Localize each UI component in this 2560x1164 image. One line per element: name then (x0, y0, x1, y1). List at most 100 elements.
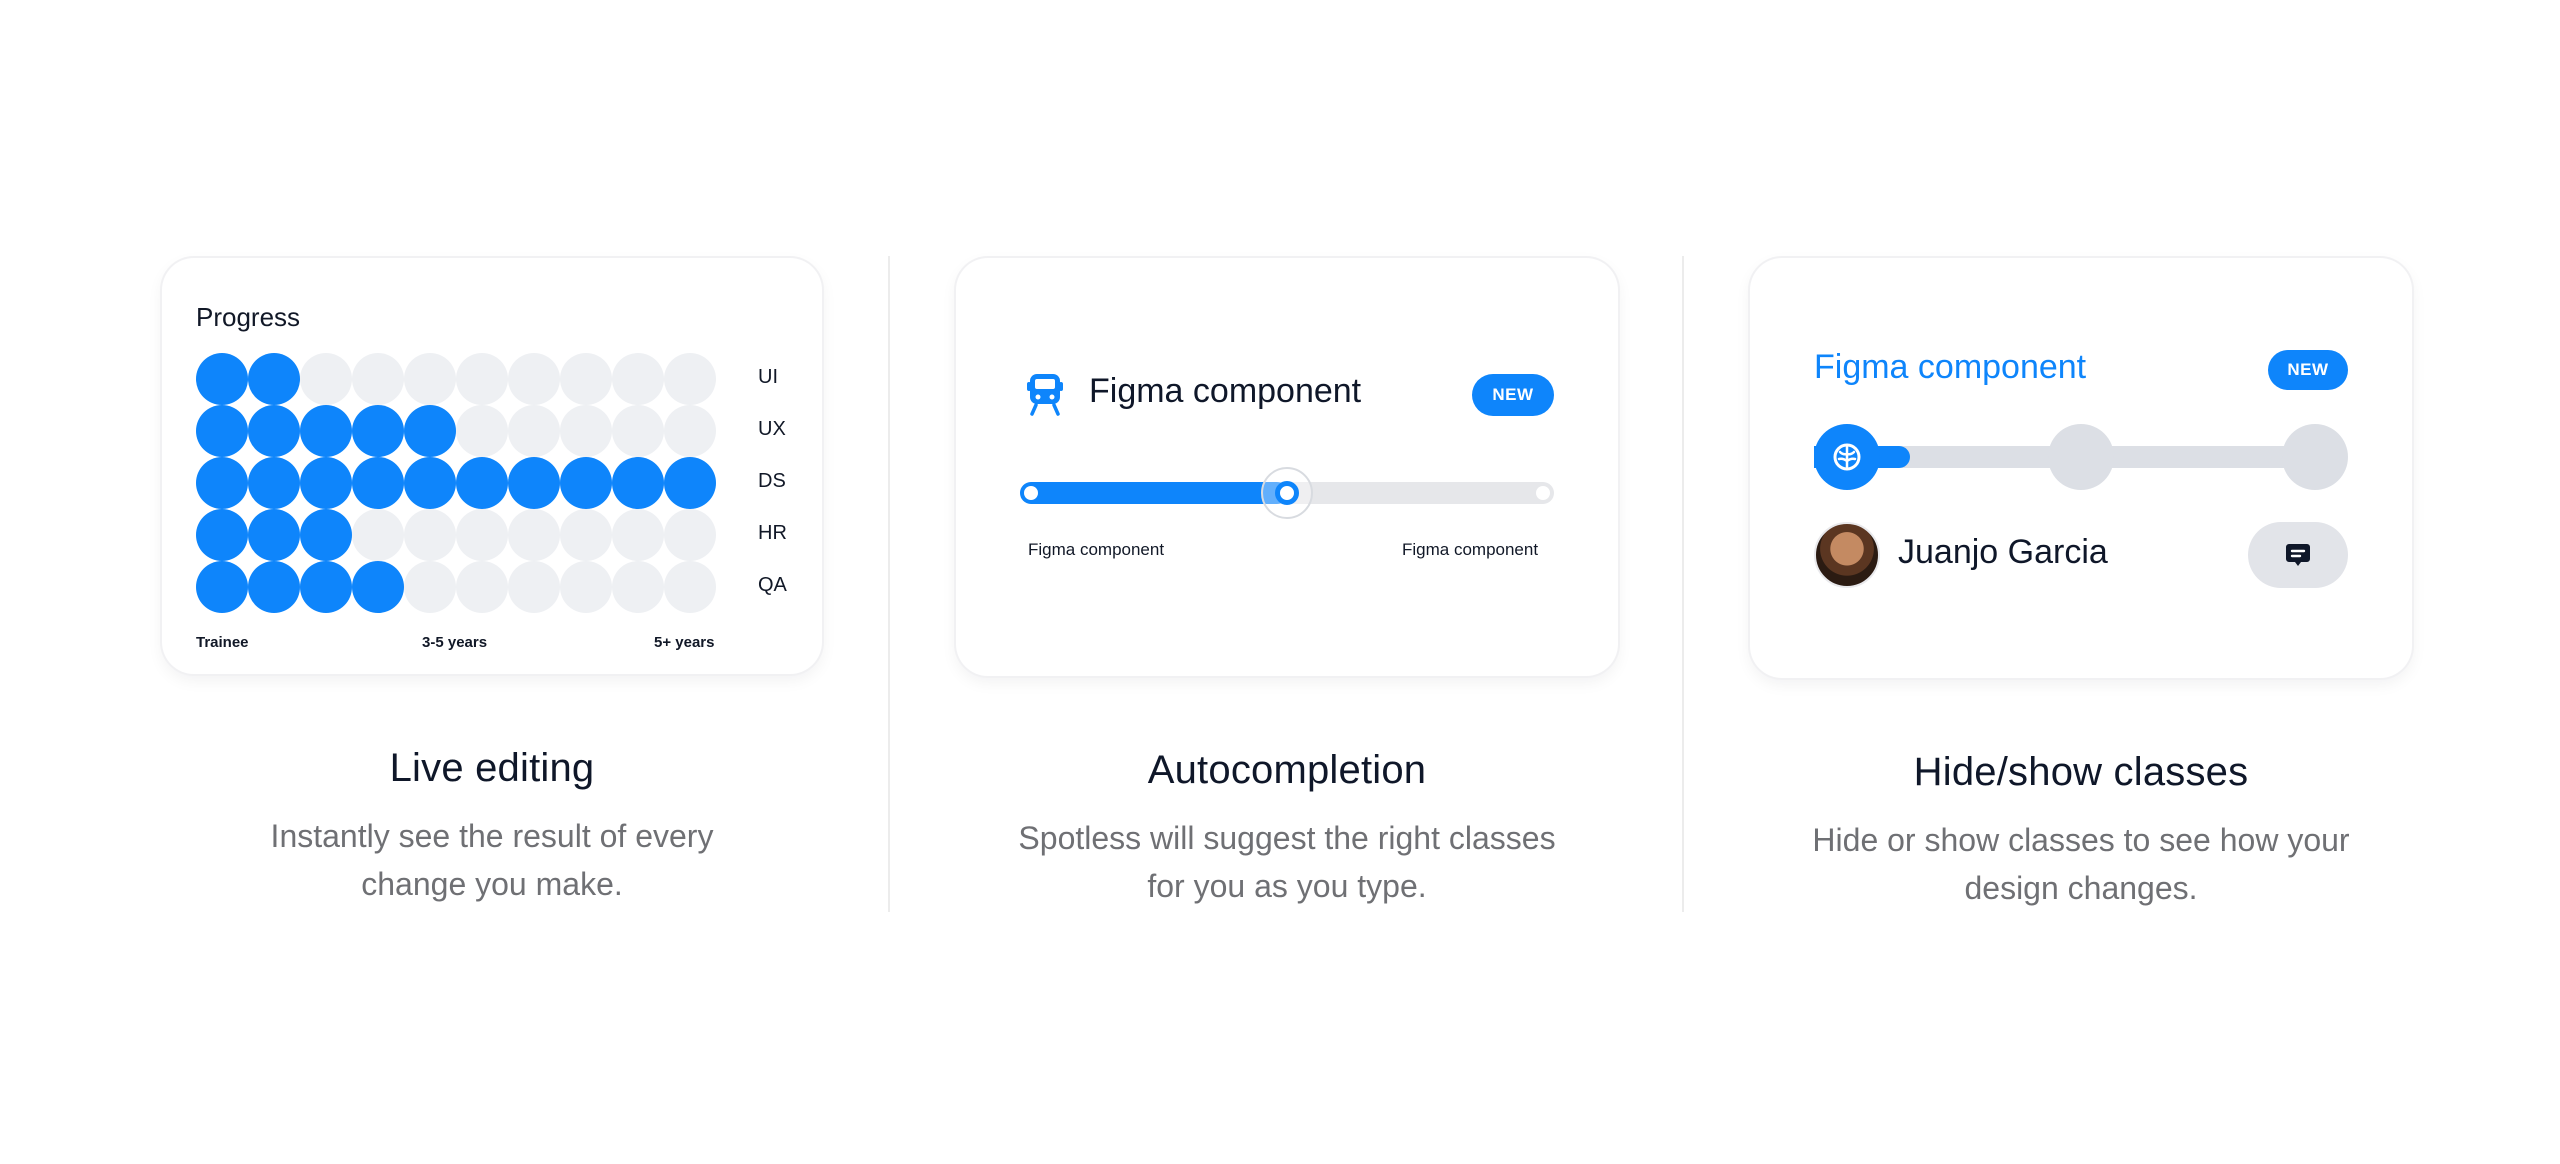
progress-dot-empty (612, 561, 664, 613)
feature-desc-live-editing: Instantly see the result of every change… (172, 812, 812, 908)
feature-desc-line: Spotless will suggest the right classes (1018, 820, 1556, 856)
feature-title-hide-show-classes: Hide/show classes (1913, 750, 2249, 794)
slider-right-caption: Figma component (1402, 540, 1539, 559)
axis-label-end: 5+ years (654, 634, 715, 651)
progress-dot-empty (456, 353, 508, 405)
dot-row-hr (196, 509, 716, 561)
slider-min-knob (1024, 486, 1038, 500)
slider-max-knob (1536, 486, 1550, 500)
progress-dot-filled (352, 405, 404, 457)
progress-dot-empty (456, 405, 508, 457)
progress-dot-empty (560, 561, 612, 613)
step-node-first[interactable] (1814, 424, 1880, 490)
progress-dot-filled (352, 561, 404, 613)
progress-dot-empty (560, 509, 612, 561)
slider-thumb[interactable] (1275, 481, 1299, 505)
progress-dot-filled (664, 457, 716, 509)
step-node-last[interactable] (2282, 424, 2348, 490)
axis-label-start: Trainee (196, 634, 249, 651)
progress-dot-filled (300, 561, 352, 613)
axis-label-middle: 3-5 years (422, 634, 488, 651)
progress-dot-empty (664, 509, 716, 561)
feature-desc-line: Instantly see the result of every (270, 818, 714, 854)
step-node-middle[interactable] (2048, 424, 2114, 490)
slider-card: Figma component NEW Figma component Figm… (956, 258, 1618, 676)
avatar (1814, 522, 1880, 588)
progress-dot-filled (248, 405, 300, 457)
progress-dot-filled (300, 457, 352, 509)
divider-left (888, 256, 890, 912)
component-title: Figma component (1089, 372, 1362, 410)
progress-dot-empty (664, 405, 716, 457)
row-label-ux: UX (758, 418, 786, 440)
feature-desc-line: change you make. (361, 866, 623, 902)
progress-dot-filled (196, 353, 248, 405)
train-icon (1026, 370, 1064, 421)
dot-row-ui (196, 353, 716, 405)
progress-dot-empty (352, 509, 404, 561)
progress-dot-empty (300, 353, 352, 405)
divider-right (1682, 256, 1684, 912)
feature-desc-hide-show-classes: Hide or show classes to see how your des… (1761, 816, 2401, 912)
progress-dot-empty (352, 353, 404, 405)
progress-dot-filled (352, 457, 404, 509)
chat-button[interactable] (2248, 522, 2348, 588)
progress-dot-empty (404, 561, 456, 613)
progress-dot-filled (248, 561, 300, 613)
feature-title-autocompletion: Autocompletion (1147, 748, 1427, 792)
progress-title: Progress (196, 302, 301, 332)
chat-bubble-icon (2286, 544, 2310, 566)
progress-dot-filled (196, 405, 248, 457)
row-label-ui: UI (758, 366, 778, 388)
progress-dot-empty (612, 509, 664, 561)
progress-dot-grid (196, 353, 716, 613)
feature-desc-line: for you as you type. (1147, 868, 1427, 904)
progress-dot-empty (456, 509, 508, 561)
progress-dot-filled (560, 457, 612, 509)
progress-dot-empty (560, 405, 612, 457)
stepper-card: Figma component NEW Juanjo Garcia (1750, 258, 2412, 678)
feature-desc-autocompletion: Spotless will suggest the right classes … (967, 814, 1607, 910)
progress-dot-filled (404, 405, 456, 457)
progress-dot-filled (196, 509, 248, 561)
progress-dot-filled (456, 457, 508, 509)
row-label-ds: DS (758, 470, 786, 492)
progress-dot-empty (664, 353, 716, 405)
progress-dot-filled (196, 561, 248, 613)
progress-dot-filled (248, 353, 300, 405)
new-badge: NEW (1472, 374, 1554, 416)
row-label-qa: QA (758, 574, 787, 596)
progress-dot-empty (508, 561, 560, 613)
progress-dot-empty (404, 353, 456, 405)
progress-dot-empty (456, 561, 508, 613)
progress-dot-filled (248, 457, 300, 509)
feature-title-live-editing: Live editing (389, 746, 595, 790)
slider-left-caption: Figma component (1028, 540, 1165, 559)
dot-row-qa (196, 561, 716, 613)
progress-card: Progress UI UX DS HR QA Trainee 3-5 year… (162, 258, 822, 674)
progress-dot-empty (508, 405, 560, 457)
dot-row-ds (196, 457, 716, 509)
progress-dot-empty (612, 405, 664, 457)
slider-fill (1020, 482, 1288, 504)
progress-stepper[interactable] (1814, 424, 2348, 490)
user-name: Juanjo Garcia (1898, 533, 2108, 571)
progress-dot-filled (300, 509, 352, 561)
feature-desc-line: Hide or show classes to see how your (1812, 822, 2350, 858)
feature-desc-line: design changes. (1964, 870, 2198, 906)
progress-dot-empty (404, 509, 456, 561)
progress-dot-filled (248, 509, 300, 561)
progress-dot-empty (664, 561, 716, 613)
progress-dot-filled (196, 457, 248, 509)
progress-dot-empty (612, 353, 664, 405)
progress-dot-empty (508, 353, 560, 405)
component-title: Figma component (1814, 348, 2087, 386)
row-label-hr: HR (758, 522, 787, 544)
progress-dot-empty (508, 509, 560, 561)
progress-dot-empty (560, 353, 612, 405)
range-slider[interactable] (1020, 467, 1554, 519)
dot-row-ux (196, 405, 716, 457)
new-badge: NEW (2268, 350, 2348, 390)
brain-icon (1833, 443, 1861, 471)
progress-dot-filled (612, 457, 664, 509)
